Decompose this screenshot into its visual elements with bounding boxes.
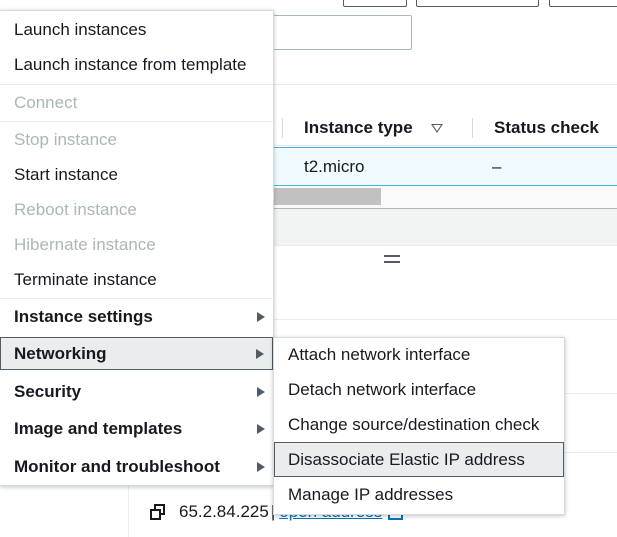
menu-item-launch-instances[interactable]: Launch instances — [0, 18, 273, 42]
divider — [128, 484, 129, 537]
menu-item-connect: Connect — [14, 93, 78, 112]
menu-item-instance-settings[interactable]: Instance settings — [0, 305, 273, 329]
column-header-instance-type[interactable]: Instance type — [304, 118, 472, 138]
menu-item-security[interactable]: Security — [0, 380, 273, 404]
submenu-item-detach-network-interface[interactable]: Detach network interface — [274, 378, 564, 402]
chevron-right-icon — [256, 349, 264, 359]
submenu-item-disassociate-elastic-ip[interactable]: Disassociate Elastic IP address — [274, 442, 564, 477]
menu-divider — [0, 84, 273, 85]
networking-submenu: Attach network interface Detach network … — [273, 337, 565, 515]
menu-item-networking[interactable]: Networking — [0, 337, 273, 370]
submenu-item-manage-ip-addresses[interactable]: Manage IP addresses — [274, 483, 564, 507]
chevron-right-icon — [257, 462, 265, 472]
chevron-right-icon — [257, 387, 265, 397]
cell-status-check: – — [492, 156, 502, 176]
toolbar-button[interactable] — [416, 0, 539, 7]
scrollbar-thumb[interactable] — [274, 188, 381, 205]
column-separator — [472, 117, 473, 138]
panel-splitter — [270, 208, 617, 246]
menu-item-start-instance[interactable]: Start instance — [0, 163, 273, 187]
search-input[interactable] — [270, 15, 412, 50]
toolbar-button[interactable] — [343, 0, 407, 7]
column-header-status-check[interactable]: Status check — [494, 118, 599, 138]
submenu-item-attach-network-interface[interactable]: Attach network interface — [274, 343, 564, 367]
copy-icon[interactable] — [150, 504, 166, 520]
menu-divider — [0, 121, 273, 122]
cell-instance-type: t2.micro — [304, 156, 365, 176]
filter-icon[interactable] — [430, 123, 443, 133]
divider — [270, 319, 617, 320]
menu-item-terminate-instance[interactable]: Terminate instance — [0, 268, 273, 292]
actions-dropdown-menu: Launch instances Launch instance from te… — [0, 10, 274, 486]
menu-item-monitor-and-troubleshoot[interactable]: Monitor and troubleshoot — [0, 455, 273, 479]
menu-item-image-and-templates[interactable]: Image and templates — [0, 417, 273, 441]
menu-item-reboot-instance: Reboot instance — [14, 200, 137, 219]
column-separator — [282, 117, 283, 138]
chevron-right-icon — [257, 312, 265, 322]
menu-item-stop-instance: Stop instance — [14, 130, 118, 149]
divider — [270, 84, 617, 85]
submenu-item-change-source-dest-check[interactable]: Change source/destination check — [274, 413, 564, 437]
menu-item-launch-from-template[interactable]: Launch instance from template — [0, 53, 273, 77]
table-row-selected[interactable]: t2.micro – — [270, 147, 617, 186]
public-ip-value: 65.2.84.225 — [179, 502, 269, 521]
toolbar-button[interactable] — [549, 0, 617, 7]
table-header: Instance type Status check — [270, 110, 617, 146]
menu-divider — [0, 298, 273, 299]
drag-handle-icon[interactable] — [384, 255, 400, 265]
chevron-right-icon — [257, 424, 265, 434]
menu-item-hibernate-instance: Hibernate instance — [14, 235, 156, 254]
